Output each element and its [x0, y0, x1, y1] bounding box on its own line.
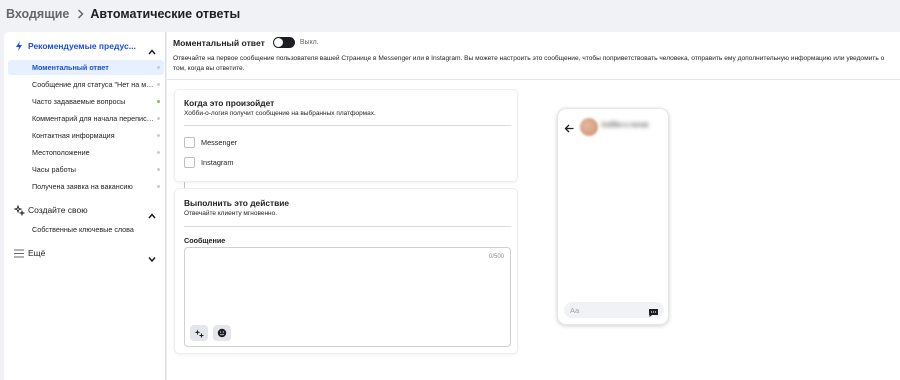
sidebar-item-label: Сообщение для статуса "Нет на ме...	[32, 80, 154, 89]
avatar	[580, 118, 598, 136]
message-preview-phone: Хобби-о-логия Aa	[557, 108, 669, 325]
instagram-checkbox[interactable]	[184, 157, 195, 168]
instagram-label: Instagram	[201, 158, 234, 167]
action-card: Выполнить это действие Отвечайте клиенту…	[174, 188, 518, 354]
preview-message-input[interactable]: Aa	[564, 302, 664, 318]
sidebar-item-hours[interactable]: Часы работы	[8, 162, 164, 177]
sidebar-item-away-message[interactable]: Сообщение для статуса "Нет на ме...	[8, 77, 164, 92]
chevron-up-icon	[148, 42, 156, 60]
sidebar-item-custom-keywords[interactable]: Собственные ключевые слова	[8, 222, 164, 237]
lightning-icon	[12, 38, 26, 54]
status-dot	[157, 83, 160, 86]
trigger-card-subtitle: Хобби-о-логия получит сообщение на выбра…	[184, 110, 376, 117]
personalize-button[interactable]	[190, 325, 208, 341]
chevron-down-icon	[148, 249, 156, 267]
chat-bubble-icon[interactable]	[648, 305, 659, 323]
sidebar-item-label: Собственные ключевые слова	[32, 225, 134, 234]
sparkle-icon	[12, 202, 26, 218]
divider	[184, 125, 511, 126]
trigger-card-title: Когда это произойдет	[184, 98, 275, 108]
preview-page-name: Хобби-о-логия	[601, 122, 649, 129]
toggle-status-label: Выкл.	[299, 39, 319, 46]
sidebar: Рекомендуемые предус... Моментальный отв…	[4, 32, 166, 380]
emoji-button[interactable]	[213, 325, 231, 341]
sidebar-item-label: Моментальный ответ	[32, 63, 109, 72]
message-label: Сообщение	[184, 236, 226, 245]
action-card-title: Выполнить это действие	[184, 198, 290, 208]
emoji-icon	[217, 328, 227, 338]
sidebar-item-label: Контактная информация	[32, 131, 115, 140]
sidebar-section-create[interactable]: Создайте свою	[4, 202, 166, 219]
action-card-subtitle: Отвечайте клиенту мгновенно.	[184, 210, 278, 217]
chevron-right-icon	[77, 9, 84, 19]
sidebar-item-location[interactable]: Местоположение	[8, 145, 164, 160]
status-dot	[157, 100, 160, 103]
status-dot	[157, 185, 160, 188]
sidebar-section-label: Рекомендуемые предус...	[28, 41, 136, 51]
sidebar-item-comment-start[interactable]: Комментарий для начала переписк...	[8, 111, 164, 126]
breadcrumb: Входящие Автоматические ответы	[0, 0, 900, 28]
messenger-checkbox[interactable]	[184, 137, 195, 148]
status-dot	[157, 151, 160, 154]
messenger-checkbox-row[interactable]: Messenger	[184, 137, 237, 148]
sidebar-section-more[interactable]: Ещё	[4, 245, 166, 263]
status-dot	[157, 66, 160, 69]
sidebar-section-recommended[interactable]: Рекомендуемые предус...	[4, 38, 166, 55]
sidebar-item-instant-reply[interactable]: Моментальный ответ	[8, 60, 164, 75]
instant-reply-header: Моментальный ответ Выкл.	[173, 37, 319, 48]
menu-lines-icon	[12, 245, 26, 261]
section-description: Отвечайте на первое сообщение пользовате…	[173, 55, 885, 72]
preview-input-placeholder: Aa	[570, 305, 580, 315]
page-title: Автоматические ответы	[90, 7, 241, 21]
sidebar-section-label: Создайте свою	[28, 205, 88, 215]
sidebar-item-label: Местоположение	[32, 148, 90, 157]
trigger-card: Когда это произойдет Хобби-о-логия получ…	[174, 89, 518, 182]
instant-reply-toggle[interactable]	[272, 37, 295, 48]
character-counter: 0/500	[488, 254, 504, 260]
breadcrumb-inbox-link[interactable]: Входящие	[6, 7, 69, 21]
divider	[184, 226, 511, 227]
sidebar-item-label: Часто задаваемые вопросы	[32, 97, 126, 106]
sidebar-item-label: Комментарий для начала переписк...	[32, 114, 154, 123]
message-textarea[interactable]: 0/500	[184, 247, 511, 347]
sidebar-item-faq[interactable]: Часто задаваемые вопросы	[8, 94, 164, 109]
status-dot	[157, 117, 160, 120]
sidebar-section-label: Ещё	[28, 248, 46, 258]
sidebar-item-label: Часы работы	[32, 165, 76, 174]
sidebar-item-contact-info[interactable]: Контактная информация	[8, 128, 164, 143]
status-dot	[157, 168, 160, 171]
divider	[167, 79, 900, 80]
sidebar-item-label: Получена заявка на вакансию	[32, 182, 133, 191]
messenger-label: Messenger	[201, 138, 238, 147]
sidebar-item-job-application[interactable]: Получена заявка на вакансию	[8, 179, 164, 194]
back-arrow-icon[interactable]	[564, 120, 574, 138]
sparkle-plus-icon	[194, 329, 204, 338]
instagram-checkbox-row[interactable]: Instagram	[184, 157, 233, 168]
status-dot	[157, 134, 160, 137]
section-title: Моментальный ответ	[173, 37, 265, 48]
